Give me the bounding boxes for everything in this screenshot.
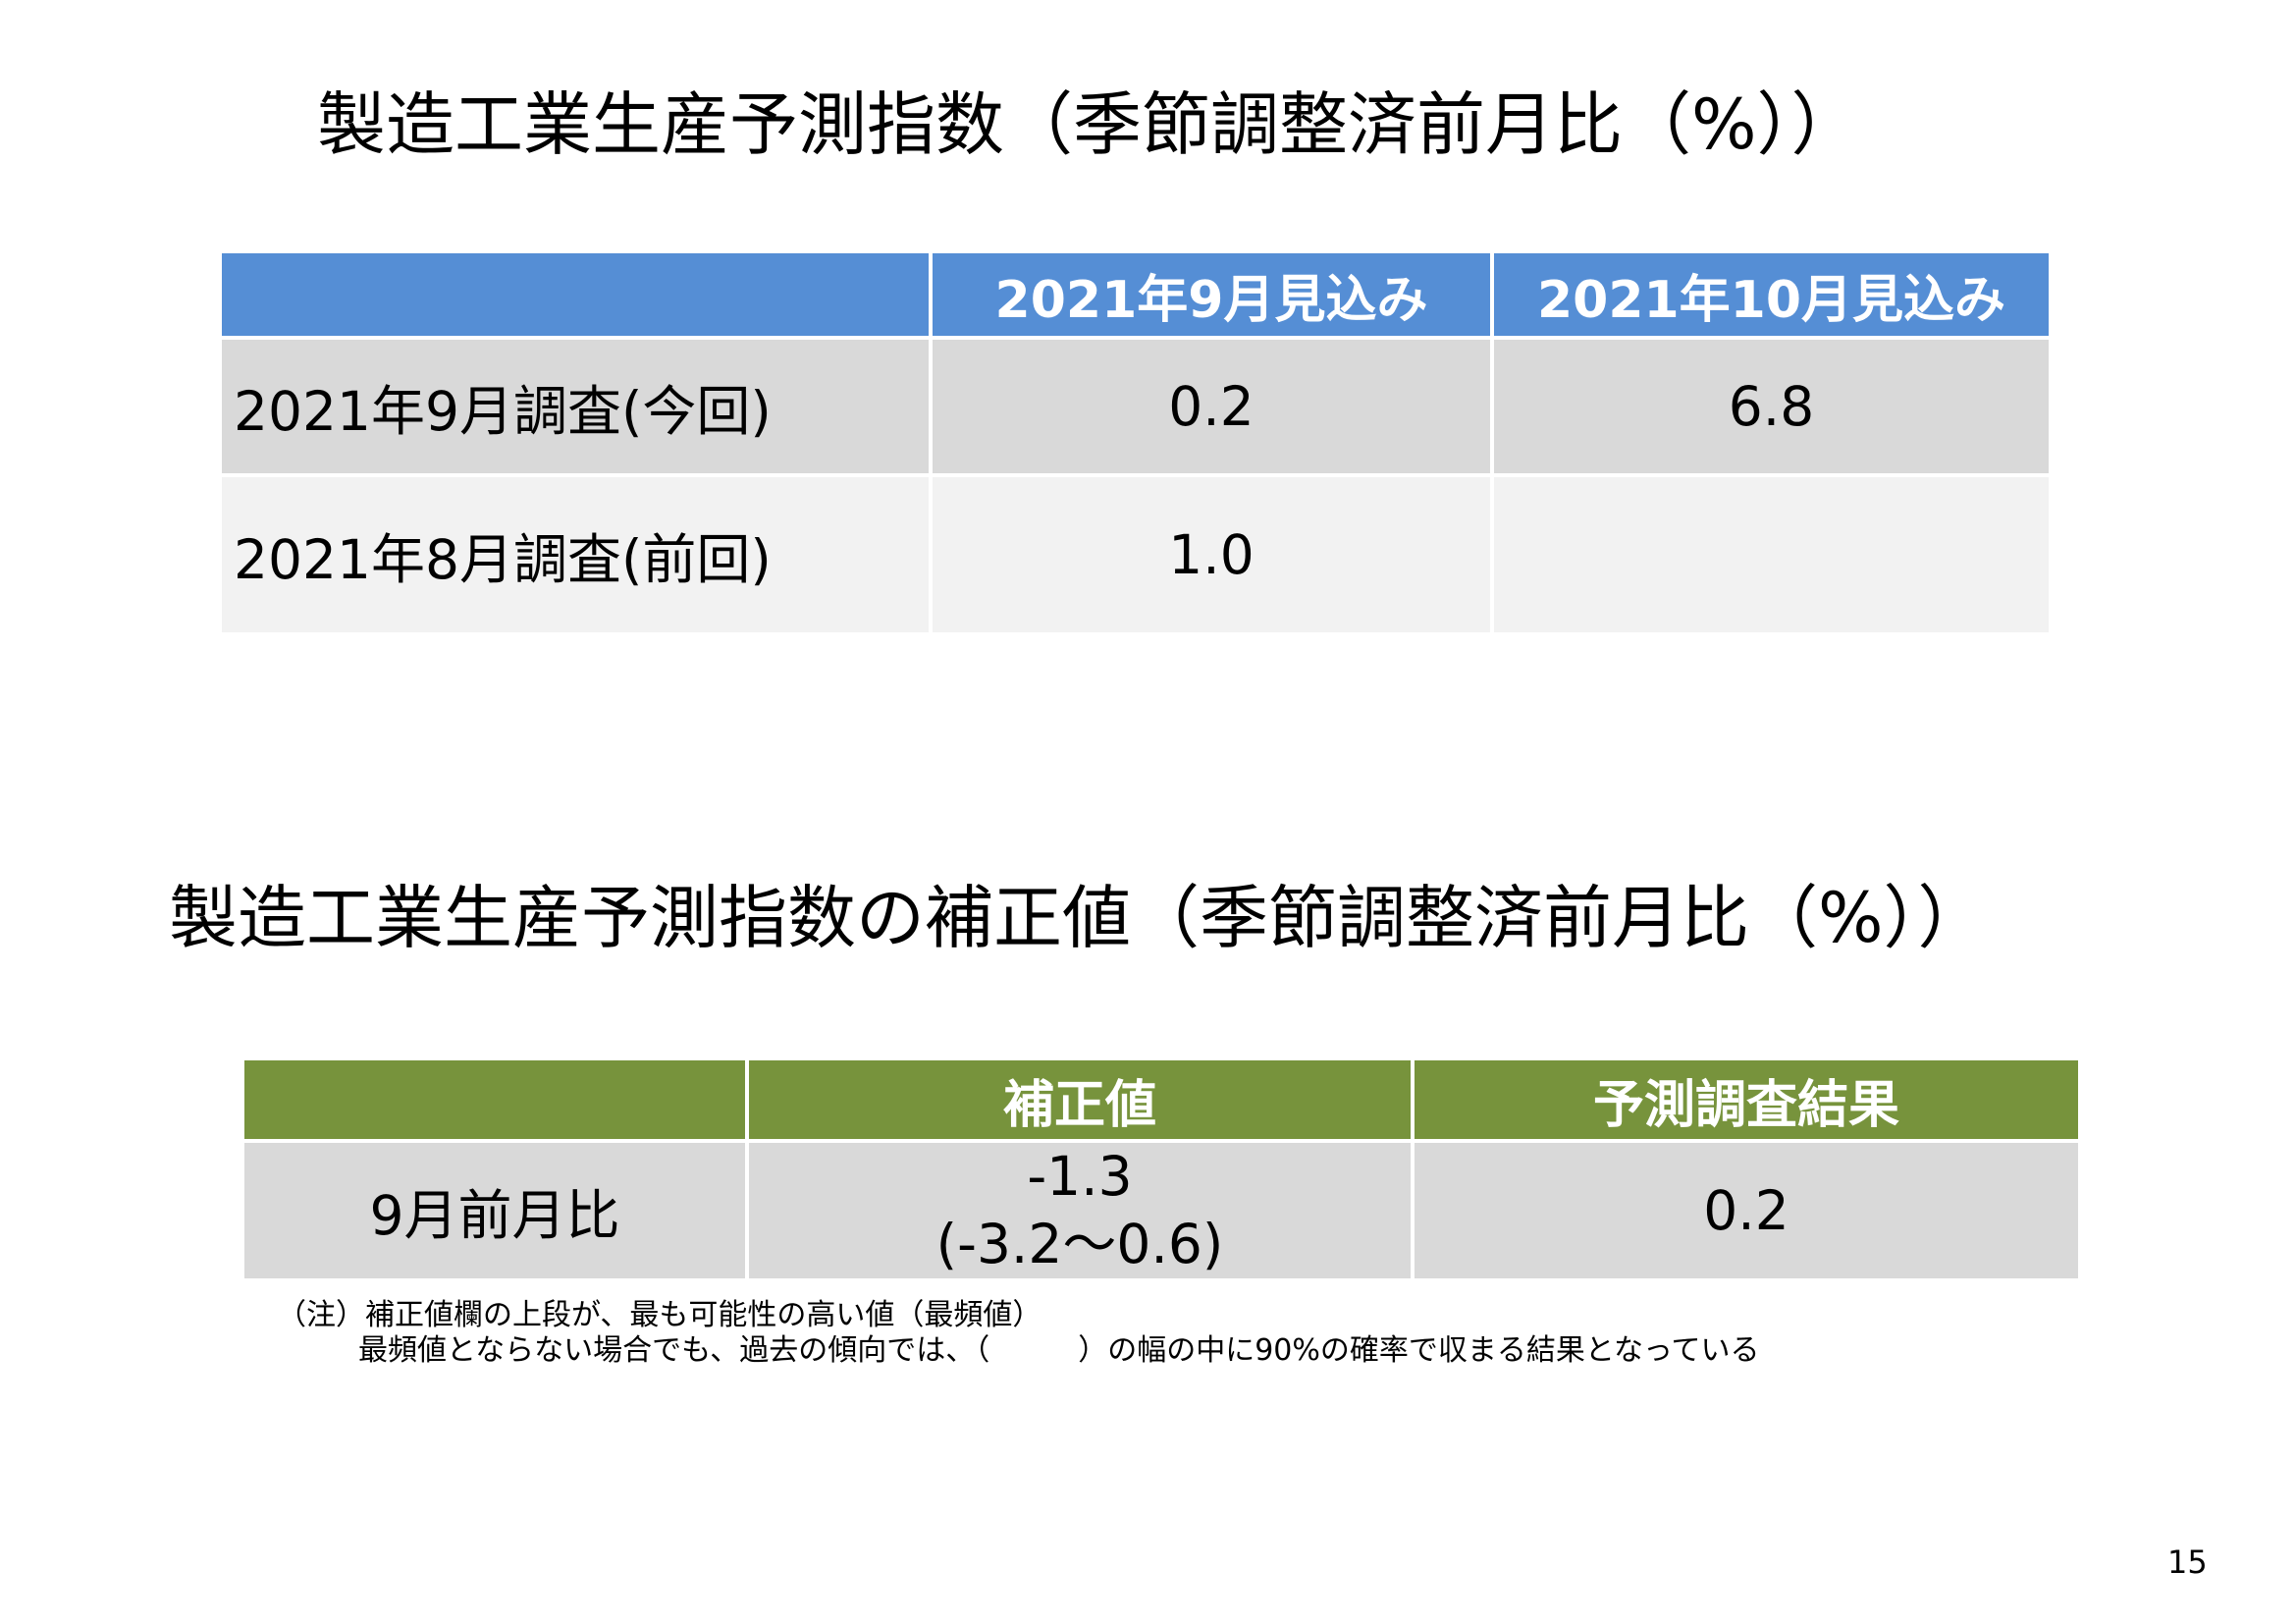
value-previous-oct <box>1494 477 2049 632</box>
header-sep-forecast: 2021年9月見込み <box>933 253 1490 336</box>
table1-title: 製造工業生産予測指数（季節調整済前月比（%）） <box>317 84 1860 165</box>
footnote-line-1: （注）補正値欄の上段が、最も可能性の高い値（最頻値） <box>277 1298 1042 1332</box>
value-previous-sep: 1.0 <box>933 477 1490 632</box>
value-current-oct: 6.8 <box>1494 340 2049 473</box>
header-empty-cell <box>222 253 929 336</box>
value-current-sep: 0.2 <box>933 340 1490 473</box>
table-row: 2021年9月調査(今回) 0.2 6.8 <box>222 340 2049 473</box>
forecast-index-table: 2021年9月見込み 2021年10月見込み 2021年9月調査(今回) 0.2… <box>218 249 2053 636</box>
correction-range-value: (-3.2～0.6) <box>935 1212 1224 1275</box>
header-oct-forecast: 2021年10月見込み <box>1494 253 2049 336</box>
footnote-line-2: 最頻値とならない場合でも、過去の傾向では、（ ）の幅の中に90%の確率で収まる結… <box>358 1333 1760 1368</box>
correction-value-table: 補正値 予測調査結果 9月前月比 -1.3 (-3.2～0.6) 0.2 <box>240 1056 2082 1282</box>
row-label-previous-survey: 2021年8月調査(前回) <box>222 477 929 632</box>
table-header-row: 2021年9月見込み 2021年10月見込み <box>222 253 2049 336</box>
header-survey-result: 予測調査結果 <box>1415 1060 2078 1139</box>
header-empty-cell <box>244 1060 745 1139</box>
table-row: 9月前月比 -1.3 (-3.2～0.6) 0.2 <box>244 1143 2078 1278</box>
table2-title: 製造工業生産予測指数の補正値（季節調整済前月比（%）） <box>169 878 1987 958</box>
survey-result-value: 0.2 <box>1415 1143 2078 1278</box>
page-number: 15 <box>2167 1543 2208 1581</box>
header-correction-value: 補正値 <box>749 1060 1411 1139</box>
table-row: 2021年8月調査(前回) 1.0 <box>222 477 2049 632</box>
correction-value-cell: -1.3 (-3.2～0.6) <box>749 1143 1411 1278</box>
table-header-row: 補正値 予測調査結果 <box>244 1060 2078 1139</box>
correction-mode-value: -1.3 <box>1027 1145 1133 1208</box>
row-label-current-survey: 2021年9月調査(今回) <box>222 340 929 473</box>
row-label-sep-mom: 9月前月比 <box>244 1143 745 1278</box>
